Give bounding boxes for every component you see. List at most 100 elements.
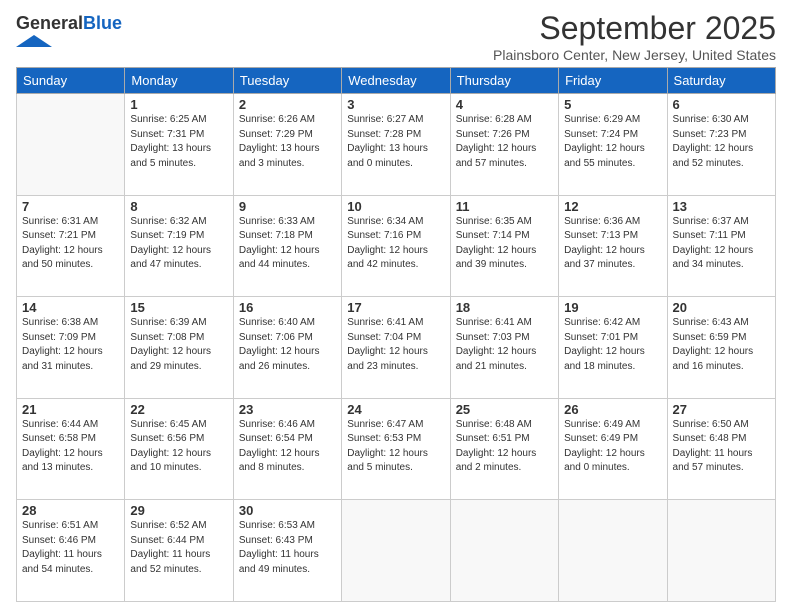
day-info: Sunrise: 6:35 AMSunset: 7:14 PMDaylight:…: [456, 215, 553, 273]
calendar-cell: [559, 500, 667, 602]
calendar-cell: 1Sunrise: 6:25 AMSunset: 7:31 PMDaylight…: [125, 94, 233, 196]
day-info: Sunrise: 6:44 AMSunset: 6:58 PMDaylight:…: [22, 418, 119, 476]
day-info: Sunrise: 6:38 AMSunset: 7:09 PMDaylight:…: [22, 316, 119, 374]
day-info: Sunrise: 6:49 AMSunset: 6:49 PMDaylight:…: [564, 418, 661, 476]
day-number: 7: [22, 199, 119, 214]
calendar-cell: 28Sunrise: 6:51 AMSunset: 6:46 PMDayligh…: [17, 500, 125, 602]
calendar-cell: 4Sunrise: 6:28 AMSunset: 7:26 PMDaylight…: [450, 94, 558, 196]
col-friday: Friday: [559, 68, 667, 94]
calendar-cell: [17, 94, 125, 196]
day-info: Sunrise: 6:36 AMSunset: 7:13 PMDaylight:…: [564, 215, 661, 273]
header: GeneralBlue September 2025 Plainsboro Ce…: [16, 10, 776, 63]
day-info: Sunrise: 6:41 AMSunset: 7:03 PMDaylight:…: [456, 316, 553, 374]
logo: GeneralBlue: [16, 14, 122, 52]
col-monday: Monday: [125, 68, 233, 94]
calendar-cell: 16Sunrise: 6:40 AMSunset: 7:06 PMDayligh…: [233, 297, 341, 399]
day-info: Sunrise: 6:47 AMSunset: 6:53 PMDaylight:…: [347, 418, 444, 476]
calendar-cell: 19Sunrise: 6:42 AMSunset: 7:01 PMDayligh…: [559, 297, 667, 399]
col-saturday: Saturday: [667, 68, 775, 94]
day-info: Sunrise: 6:32 AMSunset: 7:19 PMDaylight:…: [130, 215, 227, 273]
calendar-header-row: Sunday Monday Tuesday Wednesday Thursday…: [17, 68, 776, 94]
day-number: 19: [564, 300, 661, 315]
page: GeneralBlue September 2025 Plainsboro Ce…: [0, 0, 792, 612]
logo-general: General: [16, 13, 83, 33]
day-info: Sunrise: 6:43 AMSunset: 6:59 PMDaylight:…: [673, 316, 770, 374]
day-number: 11: [456, 199, 553, 214]
day-info: Sunrise: 6:52 AMSunset: 6:44 PMDaylight:…: [130, 519, 227, 577]
calendar-cell: 7Sunrise: 6:31 AMSunset: 7:21 PMDaylight…: [17, 195, 125, 297]
day-number: 8: [130, 199, 227, 214]
col-wednesday: Wednesday: [342, 68, 450, 94]
calendar-cell: 20Sunrise: 6:43 AMSunset: 6:59 PMDayligh…: [667, 297, 775, 399]
calendar-cell: 11Sunrise: 6:35 AMSunset: 7:14 PMDayligh…: [450, 195, 558, 297]
calendar-week-row-3: 14Sunrise: 6:38 AMSunset: 7:09 PMDayligh…: [17, 297, 776, 399]
calendar-cell: 22Sunrise: 6:45 AMSunset: 6:56 PMDayligh…: [125, 398, 233, 500]
day-info: Sunrise: 6:30 AMSunset: 7:23 PMDaylight:…: [673, 113, 770, 171]
day-info: Sunrise: 6:45 AMSunset: 6:56 PMDaylight:…: [130, 418, 227, 476]
day-number: 23: [239, 402, 336, 417]
day-number: 10: [347, 199, 444, 214]
day-info: Sunrise: 6:29 AMSunset: 7:24 PMDaylight:…: [564, 113, 661, 171]
day-info: Sunrise: 6:27 AMSunset: 7:28 PMDaylight:…: [347, 113, 444, 171]
day-info: Sunrise: 6:42 AMSunset: 7:01 PMDaylight:…: [564, 316, 661, 374]
day-number: 4: [456, 97, 553, 112]
calendar-cell: 9Sunrise: 6:33 AMSunset: 7:18 PMDaylight…: [233, 195, 341, 297]
day-number: 1: [130, 97, 227, 112]
day-number: 5: [564, 97, 661, 112]
day-number: 29: [130, 503, 227, 518]
calendar-cell: 5Sunrise: 6:29 AMSunset: 7:24 PMDaylight…: [559, 94, 667, 196]
day-info: Sunrise: 6:26 AMSunset: 7:29 PMDaylight:…: [239, 113, 336, 171]
calendar-cell: 6Sunrise: 6:30 AMSunset: 7:23 PMDaylight…: [667, 94, 775, 196]
calendar-week-row-5: 28Sunrise: 6:51 AMSunset: 6:46 PMDayligh…: [17, 500, 776, 602]
col-tuesday: Tuesday: [233, 68, 341, 94]
calendar-cell: 10Sunrise: 6:34 AMSunset: 7:16 PMDayligh…: [342, 195, 450, 297]
calendar-cell: 3Sunrise: 6:27 AMSunset: 7:28 PMDaylight…: [342, 94, 450, 196]
day-number: 27: [673, 402, 770, 417]
day-number: 21: [22, 402, 119, 417]
day-info: Sunrise: 6:28 AMSunset: 7:26 PMDaylight:…: [456, 113, 553, 171]
day-info: Sunrise: 6:25 AMSunset: 7:31 PMDaylight:…: [130, 113, 227, 171]
logo-icon: [16, 35, 52, 47]
day-number: 9: [239, 199, 336, 214]
location-subtitle: Plainsboro Center, New Jersey, United St…: [493, 47, 776, 63]
day-number: 25: [456, 402, 553, 417]
day-info: Sunrise: 6:34 AMSunset: 7:16 PMDaylight:…: [347, 215, 444, 273]
calendar-week-row-4: 21Sunrise: 6:44 AMSunset: 6:58 PMDayligh…: [17, 398, 776, 500]
day-number: 2: [239, 97, 336, 112]
day-info: Sunrise: 6:33 AMSunset: 7:18 PMDaylight:…: [239, 215, 336, 273]
day-info: Sunrise: 6:37 AMSunset: 7:11 PMDaylight:…: [673, 215, 770, 273]
day-info: Sunrise: 6:48 AMSunset: 6:51 PMDaylight:…: [456, 418, 553, 476]
day-number: 28: [22, 503, 119, 518]
day-number: 17: [347, 300, 444, 315]
calendar-cell: 21Sunrise: 6:44 AMSunset: 6:58 PMDayligh…: [17, 398, 125, 500]
day-number: 24: [347, 402, 444, 417]
calendar-cell: 18Sunrise: 6:41 AMSunset: 7:03 PMDayligh…: [450, 297, 558, 399]
day-number: 22: [130, 402, 227, 417]
day-info: Sunrise: 6:31 AMSunset: 7:21 PMDaylight:…: [22, 215, 119, 273]
calendar-cell: 24Sunrise: 6:47 AMSunset: 6:53 PMDayligh…: [342, 398, 450, 500]
calendar-cell: [342, 500, 450, 602]
month-title: September 2025: [493, 10, 776, 47]
day-number: 3: [347, 97, 444, 112]
day-number: 12: [564, 199, 661, 214]
day-number: 18: [456, 300, 553, 315]
day-number: 14: [22, 300, 119, 315]
calendar-cell: 25Sunrise: 6:48 AMSunset: 6:51 PMDayligh…: [450, 398, 558, 500]
day-number: 20: [673, 300, 770, 315]
calendar-week-row-2: 7Sunrise: 6:31 AMSunset: 7:21 PMDaylight…: [17, 195, 776, 297]
day-info: Sunrise: 6:51 AMSunset: 6:46 PMDaylight:…: [22, 519, 119, 577]
day-number: 13: [673, 199, 770, 214]
calendar-cell: 30Sunrise: 6:53 AMSunset: 6:43 PMDayligh…: [233, 500, 341, 602]
calendar-cell: [667, 500, 775, 602]
calendar-cell: 8Sunrise: 6:32 AMSunset: 7:19 PMDaylight…: [125, 195, 233, 297]
calendar-cell: [450, 500, 558, 602]
calendar-cell: 23Sunrise: 6:46 AMSunset: 6:54 PMDayligh…: [233, 398, 341, 500]
calendar-cell: 27Sunrise: 6:50 AMSunset: 6:48 PMDayligh…: [667, 398, 775, 500]
calendar-cell: 17Sunrise: 6:41 AMSunset: 7:04 PMDayligh…: [342, 297, 450, 399]
col-thursday: Thursday: [450, 68, 558, 94]
title-block: September 2025 Plainsboro Center, New Je…: [493, 10, 776, 63]
day-number: 16: [239, 300, 336, 315]
day-number: 6: [673, 97, 770, 112]
day-info: Sunrise: 6:41 AMSunset: 7:04 PMDaylight:…: [347, 316, 444, 374]
calendar-cell: 15Sunrise: 6:39 AMSunset: 7:08 PMDayligh…: [125, 297, 233, 399]
